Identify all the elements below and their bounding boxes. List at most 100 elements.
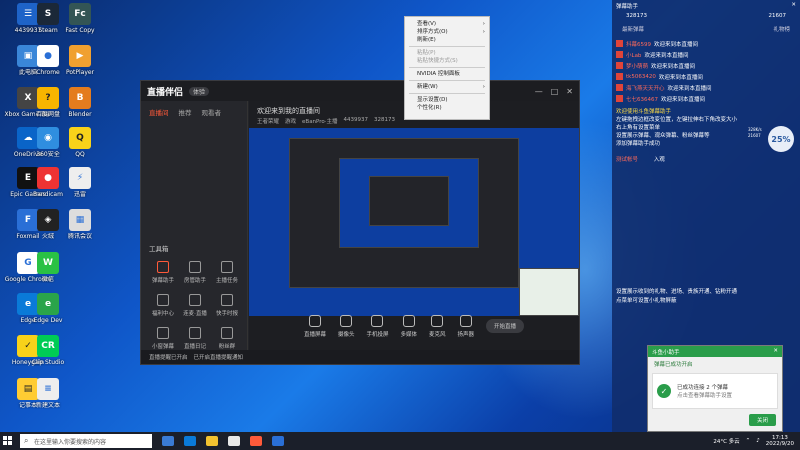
clock[interactable]: 17:13 2022/9/20 (766, 435, 794, 447)
tool-item[interactable]: 粉丝群 (211, 327, 243, 350)
desktop-icon[interactable]: ▦ 腾讯会议 (54, 209, 106, 240)
minimize-icon[interactable]: — (535, 87, 543, 96)
live-app-icon[interactable] (250, 436, 262, 446)
close-icon[interactable]: ✕ (566, 87, 573, 96)
go-live-button[interactable]: 开始直播 (486, 319, 525, 333)
tool-item[interactable]: 福利中心 (147, 294, 179, 317)
control-button[interactable]: 多媒体 (400, 314, 417, 338)
weather-text[interactable]: 24°C 多云 (713, 437, 739, 445)
viewer-count: 328173 (626, 13, 647, 19)
tool-icon (189, 294, 201, 306)
control-icon (431, 314, 444, 327)
net-speed: 328K/s 21607 (748, 127, 762, 139)
desktop-icon[interactable]: ▶ PotPlayer (54, 45, 106, 76)
gift-user[interactable]: 梦小萌萌 (626, 62, 648, 70)
status-text: 直播提醒已开启 (149, 355, 188, 361)
menu-item[interactable]: 查看(V) (405, 20, 489, 28)
tab-2[interactable]: 观看者 (202, 107, 222, 117)
control-button[interactable]: 扬声器 (458, 314, 474, 338)
tool-item[interactable]: 小窗弹幕 (147, 327, 179, 350)
desktop-icon[interactable]: Fc Fast Copy (54, 3, 106, 34)
desktop-icon[interactable]: CR Clip Studio (22, 335, 74, 366)
tab-latest[interactable]: 最新弹幕 (622, 25, 644, 33)
explorer-icon[interactable] (206, 436, 218, 446)
panel-title: 弹幕助手 (616, 4, 639, 10)
gift-user[interactable]: 海飞燕天天开心 (626, 84, 665, 92)
window-controls: — □ ✕ (535, 87, 573, 96)
windows-start-icon[interactable] (0, 432, 16, 450)
gift-text: 欢迎来到本直播间 (661, 96, 706, 103)
gift-user[interactable]: 七七636467 (626, 95, 658, 103)
gift-row: 小Lab 欢迎来到本直播间 (616, 49, 796, 60)
menu-item[interactable]: 刷新(E) (405, 36, 489, 44)
sidebar-tabs: 直播间 推荐 观看者 (141, 101, 247, 123)
control-icon (340, 314, 353, 327)
tab-0[interactable]: 直播间 (149, 107, 169, 117)
tool-label: 房管助手 (183, 278, 206, 284)
mini-row: 测试帐号 入观 (612, 154, 800, 166)
speaker-icon[interactable]: ♪ (756, 438, 760, 444)
gift-user[interactable]: tk5063420 (626, 74, 656, 80)
tool-item[interactable]: 弹幕助手 (147, 261, 179, 284)
toolbox-title: 工具箱 (149, 245, 169, 253)
menu-item[interactable]: 显示设置(D) (405, 96, 489, 104)
chrome-icon[interactable] (228, 436, 240, 446)
panel-close-icon[interactable]: ✕ (791, 2, 796, 8)
control-button[interactable]: 直播屏幕 (304, 314, 326, 338)
menu-item[interactable]: NVIDIA 控制面板 (405, 70, 489, 78)
desktop-icon-label: Fast Copy (65, 27, 95, 34)
notify-link[interactable]: 点击查看弹幕助手设置 (677, 391, 732, 399)
desktop-icon-label: 新建文本 (35, 402, 60, 409)
menu-separator (409, 67, 485, 68)
edge-icon[interactable] (184, 436, 196, 446)
desktop-app-icon: e (37, 293, 59, 315)
gift-icon (616, 73, 623, 80)
desktop-icon[interactable]: B Blender (54, 87, 106, 118)
notify-close-icon[interactable]: ✕ (773, 348, 778, 355)
desktop-icon[interactable]: W 微信 (22, 252, 74, 283)
tool-item[interactable]: 连麦·直播 (179, 294, 211, 317)
gift-user[interactable]: 小Lab (626, 51, 641, 59)
notify-close-button[interactable]: 关闭 (748, 414, 776, 426)
tab-1[interactable]: 推荐 (179, 107, 192, 117)
maximize-icon[interactable]: □ (551, 87, 559, 96)
cpu-badge[interactable]: 25% (768, 126, 794, 152)
menu-item[interactable]: 粘贴快捷方式(S) (405, 57, 489, 65)
tool-item[interactable]: 快手时报 (211, 294, 243, 317)
tab-gifts[interactable]: 礼物榜 (773, 25, 790, 33)
control-icon (371, 314, 384, 327)
tool-item[interactable]: 主播任务 (211, 261, 243, 284)
tool-icon (221, 294, 233, 306)
stream-info-item: 328173 (374, 117, 396, 123)
menu-item[interactable]: 排序方式(O) (405, 28, 489, 36)
task-view-icon[interactable] (162, 436, 174, 446)
desktop-icon[interactable]: Q QQ (54, 127, 106, 158)
gift-text: 欢迎来到本直播间 (654, 41, 699, 48)
stream-title[interactable]: 欢迎来到我的直播间 (257, 106, 320, 116)
menu-item[interactable]: 新建(W) (405, 83, 489, 91)
tool-item[interactable]: 直播日记 (179, 327, 211, 350)
desktop-icon[interactable]: ≡ 新建文本 (22, 378, 74, 409)
desktop-icon[interactable]: e Edge Dev (22, 293, 74, 324)
check-icon: ✓ (657, 384, 671, 398)
status-text-2[interactable]: 已开启直播提醒通知 (194, 353, 244, 361)
app-sidebar: 直播间 推荐 观看者 工具箱 弹幕助手 房管助手 主播任务福利中心 连麦·直播 快手时报小窗… (141, 101, 248, 350)
control-button[interactable]: 手机投屏 (366, 314, 388, 338)
taskbar-search[interactable]: 在这里输入你要搜索的内容 (20, 434, 152, 448)
menu-item[interactable]: 粘贴(P) (405, 49, 489, 57)
tool-icon (221, 261, 233, 273)
control-button[interactable]: 麦克风 (429, 314, 446, 338)
gift-user[interactable]: 抖幕6599 (626, 40, 651, 48)
menu-item[interactable]: 个性化(R) (405, 104, 489, 112)
gift-icon (616, 62, 623, 69)
tip-line: 左键拖拽边框改变位置，左键拉伸右下角改变大小 (616, 117, 738, 123)
mini-name: 测试帐号 (616, 157, 639, 163)
store-icon[interactable] (272, 436, 284, 446)
control-button[interactable]: 摄像头 (338, 314, 354, 338)
tool-item[interactable]: 房管助手 (179, 261, 211, 284)
tray-chevron-icon[interactable]: ⌃ (746, 438, 751, 444)
desktop-icon[interactable]: ⚡ 迅雷 (54, 167, 106, 198)
tip-line: 欢迎使用斗鱼弹幕助手 (616, 109, 672, 115)
tool-label: 快手时报 (215, 311, 238, 317)
tool-icon (189, 327, 201, 339)
